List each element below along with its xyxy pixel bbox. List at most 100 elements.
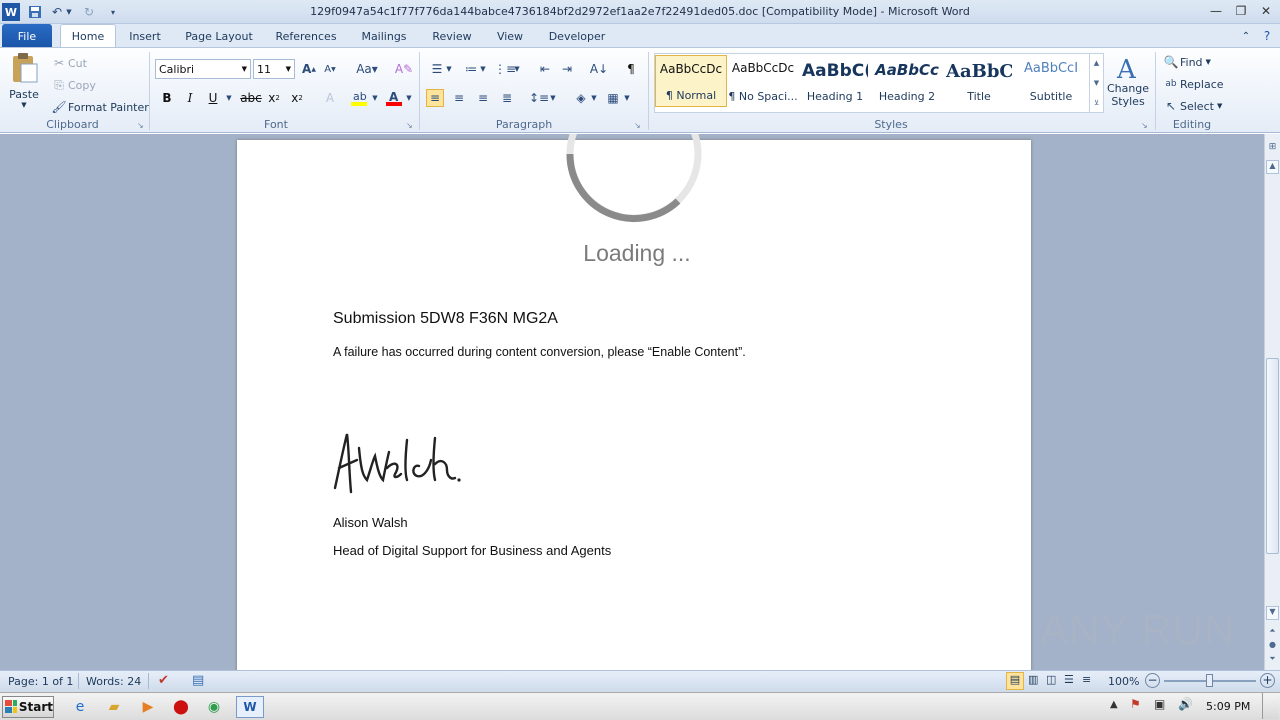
style-normal[interactable]: AaBbCcDc ¶ Normal	[655, 55, 727, 107]
select-button[interactable]: ↖ Select ▼	[1162, 97, 1222, 115]
scroll-thumb[interactable]	[1266, 358, 1279, 554]
internet-explorer-icon[interactable]: e	[68, 696, 92, 718]
zoom-out-icon[interactable]: −	[1145, 673, 1160, 688]
page-count[interactable]: Page: 1 of 1	[8, 675, 73, 688]
web-layout-icon[interactable]: ◫	[1046, 673, 1056, 686]
styles-scroll[interactable]: ▲ ▼ ⊻	[1089, 53, 1103, 113]
align-left-icon[interactable]: ≡	[426, 89, 444, 107]
print-layout-icon[interactable]: ▤	[1006, 672, 1024, 690]
styles-down-icon[interactable]: ▼	[1094, 79, 1099, 87]
clear-formatting-icon[interactable]: A✎	[395, 60, 413, 78]
show-formatting-icon[interactable]: ¶	[622, 60, 640, 78]
ruler-toggle-icon[interactable]: ⊞	[1266, 142, 1279, 158]
line-spacing-icon[interactable]: ↕≡	[529, 89, 549, 107]
full-screen-reading-icon[interactable]: ▥	[1028, 673, 1038, 686]
select-dropdown-icon[interactable]: ▼	[1217, 102, 1222, 110]
clipboard-launcher-icon[interactable]: ↘	[137, 121, 144, 130]
show-desktop-button[interactable]	[1262, 693, 1278, 719]
italic-icon[interactable]: I	[181, 89, 199, 107]
cut-button[interactable]: ✂ Cut	[50, 54, 87, 72]
zoom-slider-thumb[interactable]	[1206, 674, 1213, 687]
font-launcher-icon[interactable]: ↘	[406, 121, 413, 130]
text-effects-icon[interactable]: A	[321, 89, 339, 107]
tab-insert[interactable]: Insert	[122, 24, 168, 48]
format-painter-button[interactable]: 🖌 Format Painter	[50, 98, 148, 116]
change-styles-button[interactable]: A Change Styles	[1106, 52, 1150, 116]
close-button[interactable]: ✕	[1255, 2, 1277, 20]
find-button[interactable]: 🔍 Find ▼	[1162, 53, 1211, 71]
borders-dropdown-icon[interactable]: ▼	[622, 89, 632, 107]
vertical-scrollbar[interactable]: ⊞ ▲ ▼ ⏶ ● ⏷	[1264, 134, 1280, 670]
network-icon[interactable]: ▣	[1154, 697, 1165, 711]
minimize-ribbon-icon[interactable]: ⌃	[1238, 24, 1254, 48]
styles-up-icon[interactable]: ▲	[1094, 59, 1099, 67]
find-dropdown-icon[interactable]: ▼	[1206, 58, 1211, 66]
styles-more-icon[interactable]: ⊻	[1094, 99, 1099, 107]
increase-indent-icon[interactable]: ⇥	[558, 60, 576, 78]
chrome-icon[interactable]: ◉	[202, 696, 226, 718]
font-size-dropdown-icon[interactable]: ▼	[286, 65, 291, 73]
underline-icon[interactable]: U	[204, 89, 222, 107]
font-color-dropdown-icon[interactable]: ▼	[404, 89, 414, 107]
action-center-icon[interactable]: ⚑	[1130, 697, 1141, 711]
zoom-in-icon[interactable]: +	[1260, 673, 1275, 688]
styles-launcher-icon[interactable]: ↘	[1141, 121, 1148, 130]
sort-icon[interactable]: A↓	[590, 60, 608, 78]
start-button[interactable]: Start	[2, 696, 54, 718]
document-page[interactable]: Loading ... Submission 5DW8 F36N MG2A A …	[237, 134, 1031, 670]
zoom-level[interactable]: 100%	[1108, 675, 1139, 688]
next-page-icon[interactable]: ⏷	[1266, 654, 1279, 664]
bullets-dropdown-icon[interactable]: ▼	[444, 60, 454, 78]
scroll-down-icon[interactable]: ▼	[1266, 606, 1279, 620]
align-right-icon[interactable]: ≡	[474, 89, 492, 107]
style-heading-1[interactable]: AaBbC( Heading 1	[799, 55, 871, 107]
shrink-font-icon[interactable]: A ▼	[321, 60, 339, 78]
scroll-up-icon[interactable]: ▲	[1266, 160, 1279, 174]
previous-page-icon[interactable]: ⏶	[1266, 626, 1279, 636]
tab-page-layout[interactable]: Page Layout	[178, 24, 260, 48]
tab-review[interactable]: Review	[424, 24, 480, 48]
tray-expand-icon[interactable]: ▲	[1110, 699, 1118, 710]
tab-file[interactable]: File	[2, 24, 52, 48]
grow-font-icon[interactable]: A ▲	[300, 60, 318, 78]
change-case-icon[interactable]: Aa▾	[354, 60, 380, 78]
minimize-button[interactable]: —	[1205, 2, 1227, 20]
superscript-icon[interactable]: x2	[288, 89, 306, 107]
font-size-field[interactable]: 11 ▼	[253, 59, 295, 79]
style-subtitle[interactable]: AaBbCcI Subtitle	[1015, 55, 1087, 107]
restore-button[interactable]: ❐	[1230, 2, 1252, 20]
multilevel-dropdown-icon[interactable]: ▼	[512, 60, 522, 78]
macro-record-icon[interactable]: ▤	[192, 673, 204, 688]
browse-object-icon[interactable]: ●	[1266, 640, 1279, 649]
strikethrough-icon[interactable]: abc	[240, 89, 262, 107]
tab-mailings[interactable]: Mailings	[352, 24, 416, 48]
shading-dropdown-icon[interactable]: ▼	[589, 89, 599, 107]
draft-icon[interactable]: ≡	[1082, 673, 1091, 686]
word-taskbar-icon[interactable]: W	[236, 696, 264, 718]
highlight-icon[interactable]: ab	[350, 89, 368, 107]
font-color-icon[interactable]: A	[385, 89, 403, 107]
paragraph-launcher-icon[interactable]: ↘	[634, 121, 641, 130]
proofing-icon[interactable]: ✔	[158, 673, 169, 688]
style-title[interactable]: AaBbC( Title	[943, 55, 1015, 107]
opera-icon[interactable]: ⬤	[169, 696, 193, 718]
paste-button[interactable]: Paste ▼	[4, 52, 44, 112]
clock-time[interactable]: 5:09 PM	[1206, 700, 1250, 713]
underline-dropdown-icon[interactable]: ▼	[224, 89, 234, 107]
line-spacing-dropdown-icon[interactable]: ▼	[548, 89, 558, 107]
tab-developer[interactable]: Developer	[542, 24, 612, 48]
font-name-field[interactable]: Calibri ▼	[155, 59, 251, 79]
outline-icon[interactable]: ☰	[1064, 673, 1074, 686]
paste-dropdown-icon[interactable]: ▼	[21, 101, 26, 109]
copy-button[interactable]: ⎘ Copy	[50, 76, 96, 94]
word-count[interactable]: Words: 24	[86, 675, 141, 688]
style-heading-2[interactable]: AaBbCc Heading 2	[871, 55, 943, 107]
replace-button[interactable]: ab Replace	[1162, 75, 1223, 93]
style-no-spacing[interactable]: AaBbCcDc ¶ No Spaci...	[727, 55, 799, 107]
align-center-icon[interactable]: ≡	[450, 89, 468, 107]
explorer-folder-icon[interactable]: ▰	[102, 696, 126, 718]
help-icon[interactable]: ?	[1258, 24, 1276, 48]
numbering-dropdown-icon[interactable]: ▼	[478, 60, 488, 78]
tab-home[interactable]: Home	[60, 24, 116, 48]
font-dropdown-icon[interactable]: ▼	[242, 65, 247, 73]
